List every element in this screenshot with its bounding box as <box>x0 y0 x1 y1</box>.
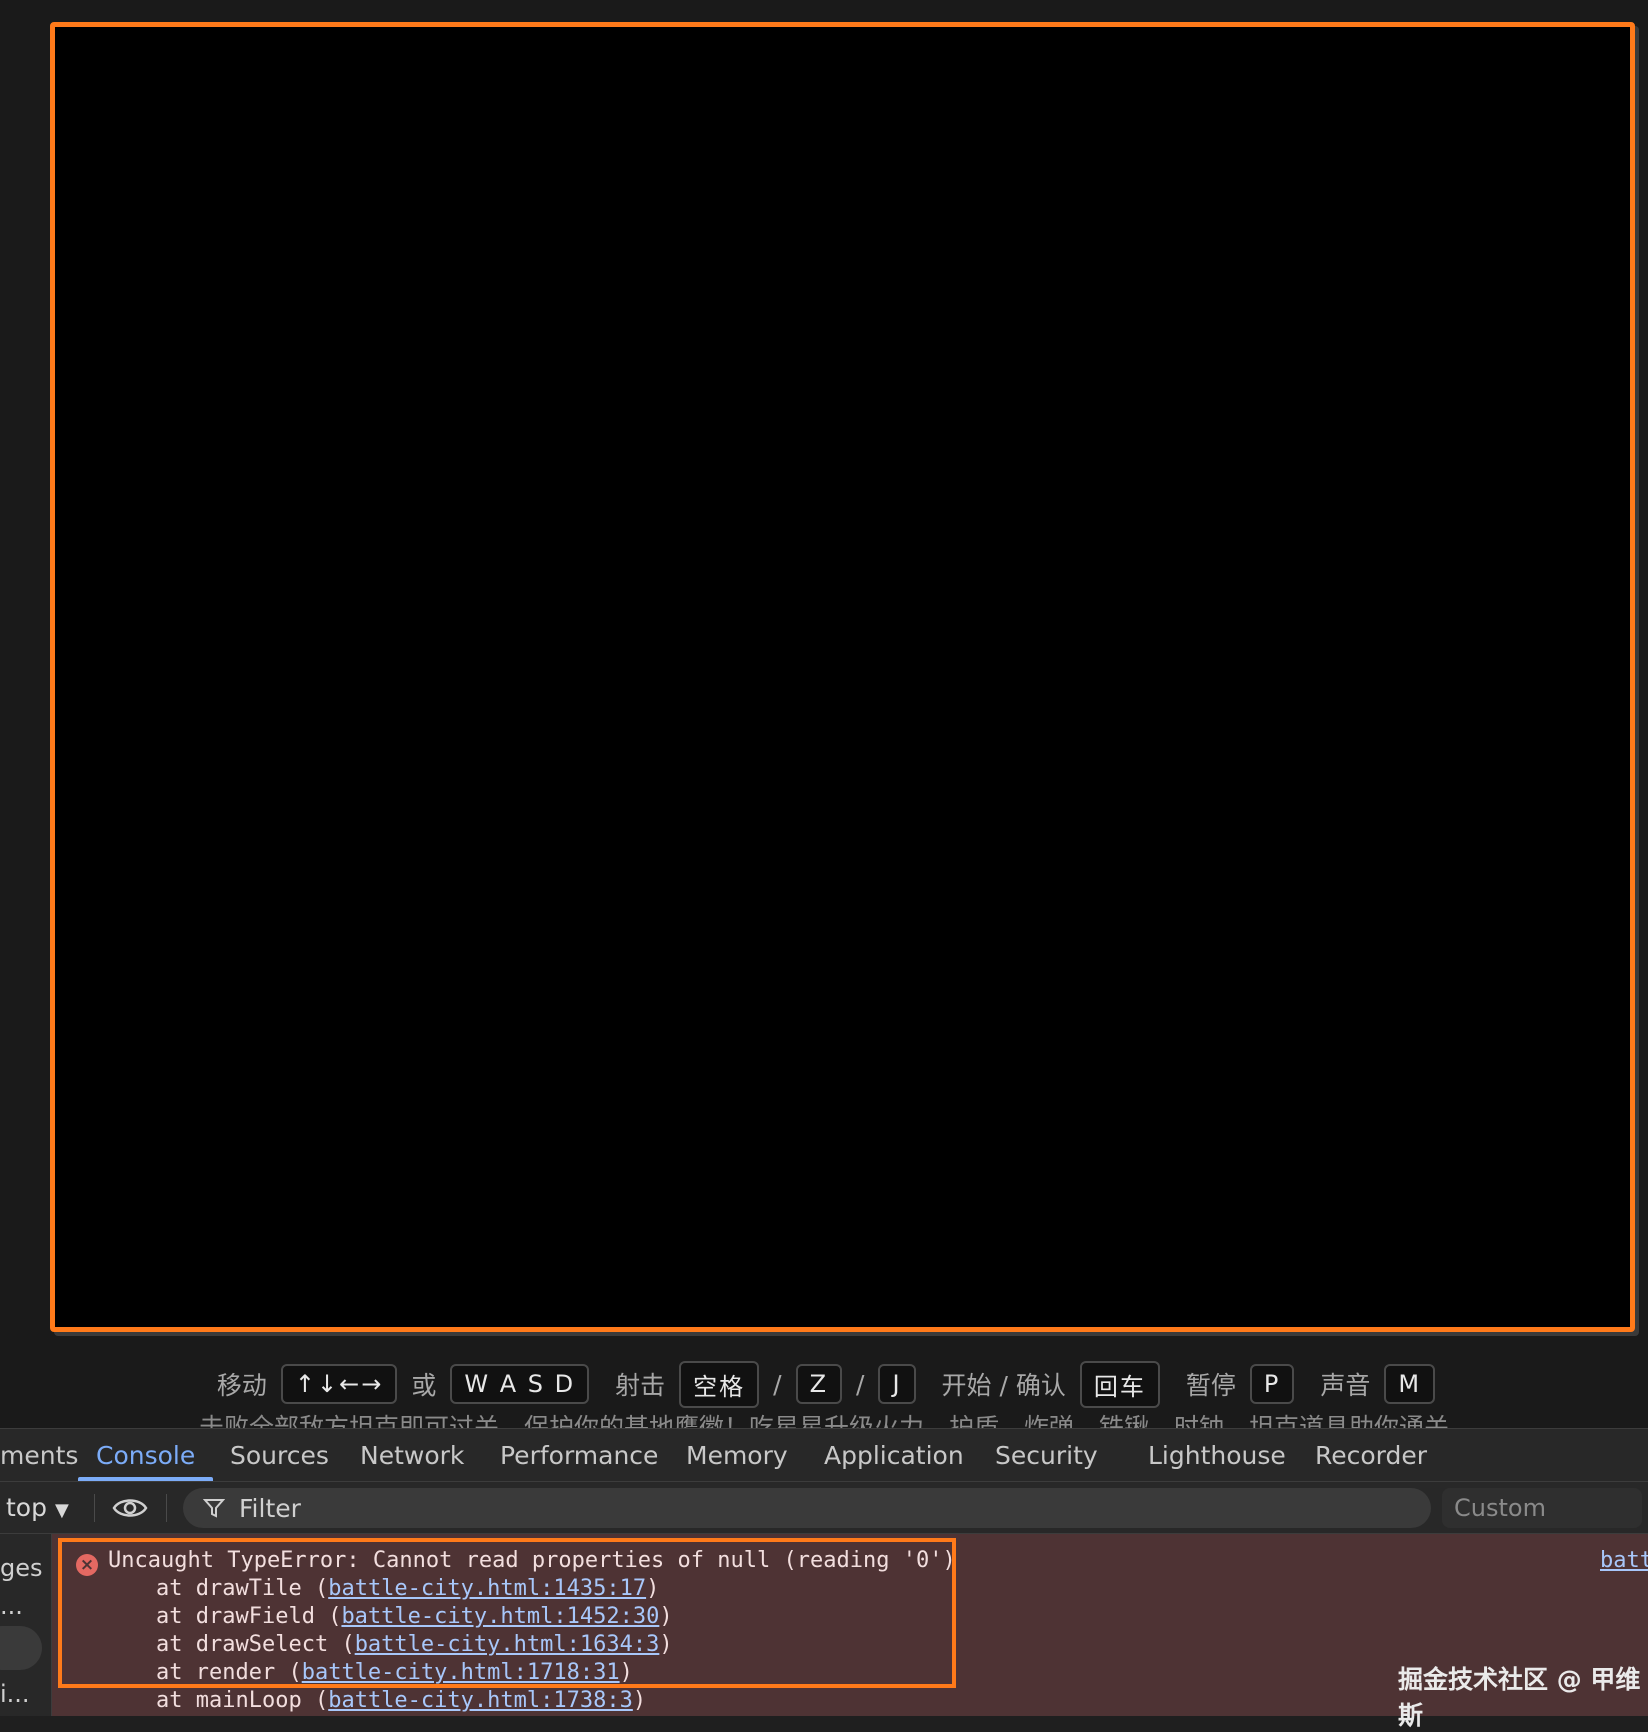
stack-frame: at mainLoop (battle-city.html:1738:3) <box>156 1688 647 1713</box>
wasd-key: W A S D <box>450 1364 590 1404</box>
stack-link[interactable]: battle-city.html:1634:3 <box>355 1632 660 1657</box>
sidebar-item[interactable]: i... <box>0 1680 30 1708</box>
sidebar-selected-pill[interactable] <box>0 1626 42 1670</box>
stack-fn: at mainLoop <box>156 1688 315 1713</box>
game-canvas[interactable] <box>50 22 1635 1332</box>
toolbar-divider <box>94 1494 95 1522</box>
tab-memory[interactable]: Memory <box>686 1429 788 1481</box>
m-key: M <box>1384 1364 1436 1404</box>
controls-help: 移动 ↑↓←→ 或 W A S D 射击 空格 / Z / J 开始 / 确认 … <box>0 1360 1648 1408</box>
toolbar-divider <box>166 1494 167 1522</box>
console-sidebar: ges ... i... <box>0 1534 52 1716</box>
sidebar-item[interactable]: ... <box>0 1592 23 1620</box>
z-key: Z <box>795 1364 843 1404</box>
console-output: × Uncaught TypeError: Cannot read proper… <box>52 1534 1648 1730</box>
game-instructions: 击败全部敌方坦克即可过关，保护你的基地鹰徽！吃星星升级火力，护盾、炸弹、铁锹、时… <box>198 1413 1449 1428</box>
stack-link[interactable]: battle-city.html:1738:3 <box>328 1688 633 1713</box>
pause-label: 暂停 <box>1185 1371 1236 1400</box>
stack-link[interactable]: battle-city.html:1435:17 <box>328 1576 646 1601</box>
space-key: 空格 <box>679 1360 760 1408</box>
j-key: J <box>878 1364 916 1404</box>
stack-frame: at drawTile (battle-city.html:1435:17) <box>156 1576 660 1601</box>
stack-fn: at render <box>156 1660 289 1685</box>
sound-label: 声音 <box>1320 1371 1371 1400</box>
shoot-label: 射击 <box>615 1371 666 1400</box>
sidebar-item-messages[interactable]: ges <box>0 1554 43 1582</box>
tab-elements[interactable]: ments <box>0 1429 78 1481</box>
devtools-panel: ments Console Sources Network Performanc… <box>0 1428 1648 1730</box>
stack-frame: at render (battle-city.html:1718:31) <box>156 1660 633 1685</box>
tab-recorder[interactable]: Recorder <box>1315 1429 1427 1481</box>
enter-key: 回车 <box>1079 1360 1160 1408</box>
stack-frame: at drawSelect (battle-city.html:1634:3) <box>156 1632 673 1657</box>
context-value: top <box>6 1493 47 1522</box>
error-source-link[interactable]: batt <box>1600 1548 1648 1573</box>
stack-fn: at drawField <box>156 1604 329 1629</box>
filter-input[interactable] <box>237 1492 1431 1524</box>
log-levels-dropdown[interactable]: Custom levels▼ <box>1442 1488 1642 1562</box>
stack-link[interactable]: battle-city.html:1718:31 <box>302 1660 620 1685</box>
console-toolbar: top ▼ Custom levels▼ <box>0 1482 1648 1562</box>
tab-network[interactable]: Network <box>360 1429 464 1481</box>
slash-separator: / <box>856 1369 865 1399</box>
error-message: Uncaught TypeError: Cannot read properti… <box>108 1548 956 1573</box>
filter-icon <box>203 1499 225 1518</box>
slash-separator: / <box>773 1369 782 1399</box>
watermark: 掘金技术社区 @ 甲维斯 <box>1398 1665 1641 1730</box>
tab-performance[interactable]: Performance <box>500 1429 658 1481</box>
start-confirm-label: 开始 / 确认 <box>941 1371 1066 1400</box>
tab-lighthouse[interactable]: Lighthouse <box>1148 1429 1286 1481</box>
p-key: P <box>1249 1364 1295 1404</box>
stack-link[interactable]: battle-city.html:1452:30 <box>341 1604 659 1629</box>
stack-fn: at drawTile <box>156 1576 315 1601</box>
tab-sources[interactable]: Sources <box>230 1429 329 1481</box>
or-label: 或 <box>411 1371 437 1400</box>
error-icon: × <box>76 1554 98 1576</box>
tab-security[interactable]: Security <box>995 1429 1098 1481</box>
move-label: 移动 <box>216 1371 267 1400</box>
stack-frame: at drawField (battle-city.html:1452:30) <box>156 1604 673 1629</box>
context-selector[interactable]: top ▼ <box>6 1482 69 1534</box>
tab-console[interactable]: Console <box>77 1429 214 1481</box>
filter-bar[interactable] <box>183 1488 1431 1528</box>
game-page: 移动 ↑↓←→ 或 W A S D 射击 空格 / Z / J 开始 / 确认 … <box>0 0 1648 1428</box>
caret-down-icon: ▼ <box>54 1500 69 1521</box>
eye-icon[interactable] <box>112 1494 148 1522</box>
stack-fn: at drawSelect <box>156 1632 342 1657</box>
arrows-key: ↑↓←→ <box>280 1364 398 1404</box>
tab-application[interactable]: Application <box>824 1429 964 1481</box>
devtools-tabbar: ments Console Sources Network Performanc… <box>0 1428 1648 1482</box>
